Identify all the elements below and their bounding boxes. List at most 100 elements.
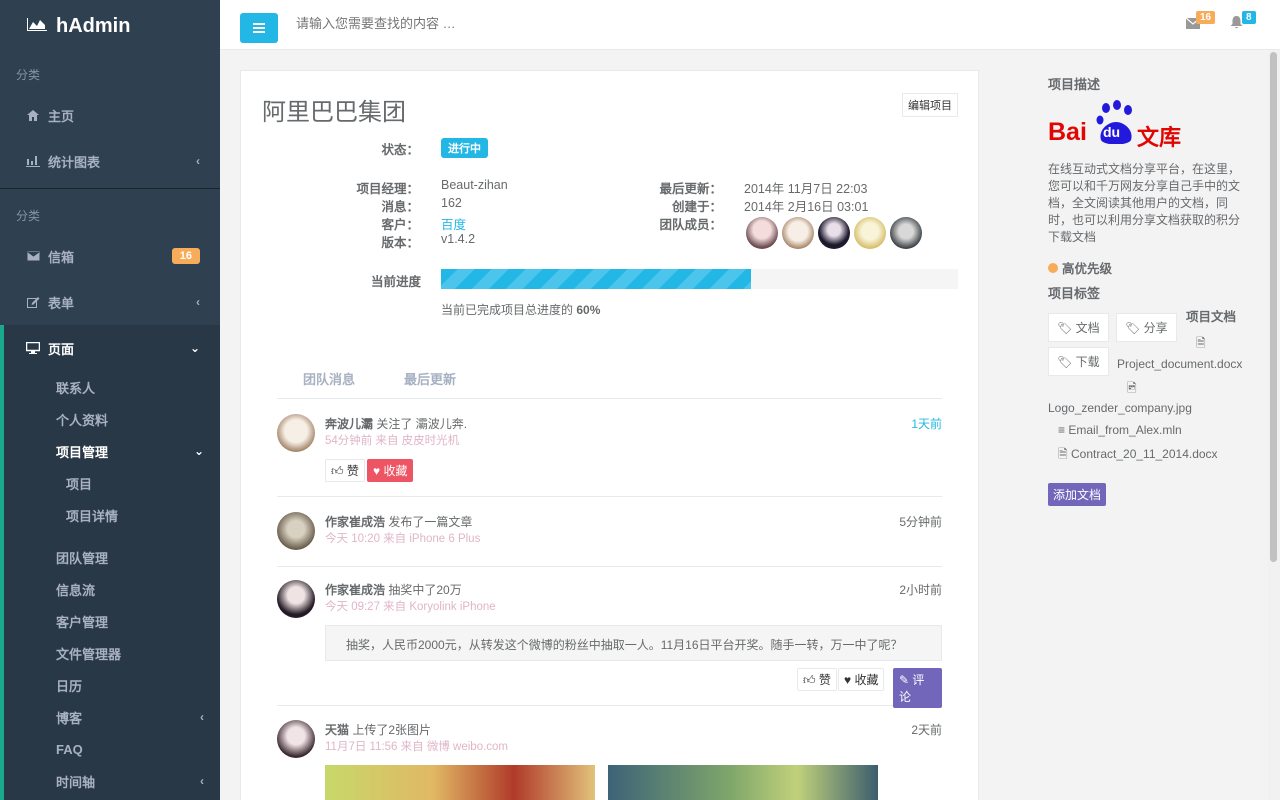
sidebar-item-mailbox[interactable]: 信箱 16 [0, 233, 220, 279]
feed-author[interactable]: 天猫 [325, 723, 349, 737]
manager-label: 项目经理： [356, 182, 419, 196]
feed-action: 抽奖中了20万 [388, 583, 462, 597]
sidebar-item-calendar[interactable]: 日历 [4, 669, 220, 701]
comment-button[interactable]: ✎ 评论 [893, 668, 942, 708]
file-row: ≡ Email_from_Alex.mln [1058, 423, 1182, 437]
menu-toggle-button[interactable] [240, 13, 278, 43]
client-link[interactable]: 百度 [441, 214, 466, 233]
sidebar-item-feed[interactable]: 信息流 [4, 573, 220, 605]
tags-title: 项目标签 [1048, 286, 1101, 301]
favorite-button[interactable]: ♥ 收藏 [367, 459, 414, 482]
avatar[interactable] [277, 580, 315, 618]
avatar[interactable] [277, 414, 315, 452]
avatar[interactable] [818, 217, 850, 249]
image-file-icon: 🖻 [1127, 381, 1137, 395]
sidebar-item-project-detail[interactable]: 项目详情 [4, 499, 220, 531]
sidebar-item-clients[interactable]: 客户管理 [4, 605, 220, 637]
sidebar-item-projects[interactable]: 项目管理 ⌄ [4, 435, 220, 467]
updated-value: 2014年 11月7日 22:03 [744, 182, 868, 196]
feed-author[interactable]: 作家崔成浩 [325, 515, 385, 529]
sidebar-item-label: 主页 [48, 108, 75, 124]
sidebar-item-stats[interactable]: 统计图表 ‹ [0, 138, 220, 184]
top-bar: 16 8 [220, 0, 1280, 50]
created-value: 2014年 2月16日 03:01 [744, 200, 869, 214]
sidebar-item-label: 页面 [48, 341, 75, 357]
file-link[interactable]: Email_from_Alex.mln [1068, 423, 1181, 437]
chevron-left-icon: ‹ [196, 295, 200, 309]
search-input[interactable] [296, 16, 696, 31]
sidebar-item-forms[interactable]: 表单 ‹ [0, 279, 220, 325]
like-button[interactable]: 👍︎ 赞 [797, 668, 837, 691]
tab-last-updates[interactable]: 最后更新 [404, 369, 456, 388]
list-item: 作家崔成浩 发布了一篇文章 今天 10:20 来自 iPhone 6 Plus … [277, 497, 942, 567]
like-button[interactable]: 👍︎ 赞 [325, 459, 365, 482]
tag-item[interactable]: 🏷︎ 下载 [1048, 347, 1109, 376]
sidebar-item-teams[interactable]: 团队管理 [4, 541, 220, 573]
project-description: 在线互动式文档分享平台，在这里，您可以和千万网友分享自己手中的文档，全文阅读其他… [1048, 162, 1241, 244]
chevron-down-icon: ⌄ [189, 341, 200, 355]
project-detail-card: 阿里巴巴集团 编辑项目 状态： 进行中 项目经理： Beaut-zihan 消息… [240, 70, 979, 800]
avatar[interactable] [277, 720, 315, 758]
file-link[interactable]: Logo_zender_company.jpg [1048, 401, 1192, 415]
bar-chart-icon [26, 155, 40, 167]
feed-action: 上传了2张图片 [352, 723, 432, 737]
feed-meta: 11月7日 11:56 来自 微博 weibo.com [325, 741, 509, 753]
list-item: 天猫 上传了2张图片 11月7日 11:56 来自 微博 weibo.com 2… [277, 706, 942, 800]
sidebar-item-profile[interactable]: 个人资料 [4, 403, 220, 435]
chevron-down-icon: ⌄ [193, 444, 204, 458]
file-row: 🗎 Contract_20_11_2014.docx [1058, 445, 1218, 466]
sidebar-item-blog[interactable]: 博客 ‹ [4, 701, 220, 733]
sidebar-item-label: 信箱 [48, 249, 75, 265]
feed-quote: 抽奖，人民币2000元，从转发这个微博的粉丝中抽取一人。11月16日平台开奖。随… [325, 625, 942, 661]
envelope-icon [26, 251, 40, 261]
tag-item[interactable]: 🏷︎ 文档 [1048, 313, 1109, 342]
favorite-button[interactable]: ♥ 收藏 [838, 668, 885, 691]
sidebar-item-home[interactable]: 主页 [0, 92, 220, 138]
tab-team-messages[interactable]: 团队消息 [303, 369, 355, 388]
feed-action: 发布了一篇文章 [388, 515, 473, 529]
avatar[interactable] [890, 217, 922, 249]
sidebar-item-contacts[interactable]: 联系人 [4, 371, 220, 403]
sidebar: hAdmin 分类 主页 统计图表 ‹ 分类 信箱 16 表单 ‹ 页面 ⌄ 联… [0, 0, 220, 800]
sidebar-item-timeline[interactable]: 时间轴 ‹ [4, 765, 220, 797]
brand[interactable]: hAdmin [0, 0, 220, 52]
feed-photo[interactable] [608, 765, 878, 800]
add-document-button[interactable]: 添加文档 [1048, 483, 1107, 506]
home-icon [26, 109, 40, 121]
sidebar-item-faq[interactable]: FAQ [4, 733, 220, 765]
status-badge: 进行中 [441, 138, 488, 158]
feed-author[interactable]: 作家崔成浩 [325, 583, 385, 597]
progress-text-value: 60% [576, 303, 601, 317]
priority-dot-icon [1048, 263, 1058, 273]
desktop-icon [26, 342, 40, 354]
feed-meta: 54分钟前 来自 皮皮时光机 [325, 435, 460, 447]
project-title: 阿里巴巴集团 [262, 99, 406, 126]
feed-photo[interactable] [325, 765, 595, 800]
nav-section-label: 分类 [16, 209, 41, 223]
edit-project-button[interactable]: 编辑项目 [902, 93, 958, 117]
tag-item[interactable]: 🏷︎ 分享 [1116, 313, 1177, 342]
avatar[interactable] [277, 512, 315, 550]
feed-time: 2小时前 [899, 583, 942, 597]
sidebar-item-files[interactable]: 文件管理器 [4, 637, 220, 669]
progress-label: 当前进度 [370, 275, 421, 289]
thumbs-up-icon: 👍︎ [803, 673, 816, 687]
avatar[interactable] [854, 217, 886, 249]
sidebar-item-pages[interactable]: 页面 ⌄ [4, 325, 220, 371]
sidebar-item-label: 时间轴 [56, 774, 96, 790]
avatar[interactable] [746, 217, 778, 249]
chevron-left-icon: ‹ [196, 154, 200, 168]
chevron-left-icon: ‹ [200, 710, 204, 724]
file-icon: 🗎 [1058, 447, 1068, 461]
sidebar-item-project[interactable]: 项目 [4, 467, 220, 499]
feed-meta: 今天 10:20 来自 iPhone 6 Plus [325, 533, 481, 545]
pencil-icon: ✎ [899, 673, 910, 687]
priority-indicator: 高优先级 [1048, 258, 1112, 277]
scrollbar-thumb[interactable] [1270, 52, 1277, 562]
feed-author[interactable]: 奔波儿灞 [325, 417, 373, 431]
version-label: 版本： [381, 236, 419, 250]
avatar[interactable] [782, 217, 814, 249]
file-link[interactable]: Project_document.docx [1117, 357, 1242, 371]
progress-text: 当前已完成项目总进度的 60% [441, 301, 600, 318]
file-link[interactable]: Contract_20_11_2014.docx [1071, 447, 1218, 461]
